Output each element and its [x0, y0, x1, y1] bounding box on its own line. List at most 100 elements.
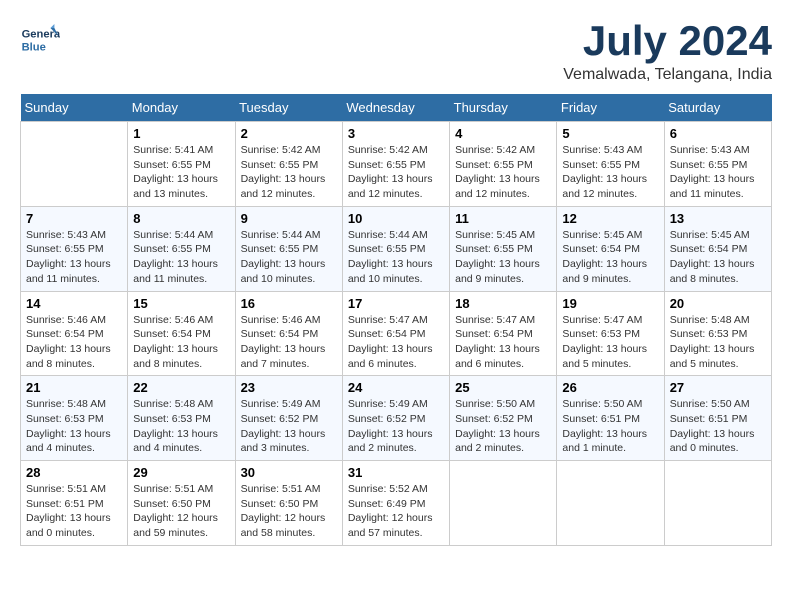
- weekday-header-tuesday: Tuesday: [235, 94, 342, 122]
- calendar-cell: 26 Sunrise: 5:50 AMSunset: 6:51 PMDayligh…: [557, 376, 664, 461]
- weekday-header-friday: Friday: [557, 94, 664, 122]
- month-title: July 2024: [563, 20, 772, 62]
- day-number: 22: [133, 380, 229, 395]
- day-number: 10: [348, 211, 444, 226]
- day-number: 16: [241, 296, 337, 311]
- calendar-cell: 30Sunrise: 5:51 AMSunset: 6:50 PMDayligh…: [235, 461, 342, 546]
- calendar-cell: 22 Sunrise: 5:48 AMSunset: 6:53 PMDayligh…: [128, 376, 235, 461]
- day-number: 13: [670, 211, 766, 226]
- calendar-cell: 3 Sunrise: 5:42 AMSunset: 6:55 PMDaylight…: [342, 122, 449, 207]
- day-number: 29: [133, 465, 229, 480]
- calendar-cell: 20Sunrise: 5:48 AMSunset: 6:53 PMDayligh…: [664, 291, 771, 376]
- weekday-header-sunday: Sunday: [21, 94, 128, 122]
- day-number: 23: [241, 380, 337, 395]
- calendar-cell: 28 Sunrise: 5:51 AMSunset: 6:51 PMDayligh…: [21, 461, 128, 546]
- calendar-cell: 31Sunrise: 5:52 AMSunset: 6:49 PMDayligh…: [342, 461, 449, 546]
- day-number: 15: [133, 296, 229, 311]
- day-info: Sunrise: 5:45 AMSunset: 6:55 PMDaylight:…: [455, 228, 551, 287]
- day-info: Sunrise: 5:44 AMSunset: 6:55 PMDaylight:…: [133, 228, 229, 287]
- logo: General Blue: [20, 20, 60, 60]
- day-info: Sunrise: 5:48 AMSunset: 6:53 PMDaylight:…: [133, 397, 229, 456]
- calendar-cell: 10 Sunrise: 5:44 AMSunset: 6:55 PMDayligh…: [342, 206, 449, 291]
- calendar-cell: 18Sunrise: 5:47 AMSunset: 6:54 PMDayligh…: [450, 291, 557, 376]
- day-number: 1: [133, 126, 229, 141]
- day-info: Sunrise: 5:46 AMSunset: 6:54 PMDaylight:…: [133, 313, 229, 372]
- day-number: 19: [562, 296, 658, 311]
- day-number: 3: [348, 126, 444, 141]
- day-number: 17: [348, 296, 444, 311]
- day-info: Sunrise: 5:48 AMSunset: 6:53 PMDaylight:…: [670, 313, 766, 372]
- weekday-header-monday: Monday: [128, 94, 235, 122]
- day-number: 31: [348, 465, 444, 480]
- day-info: Sunrise: 5:50 AMSunset: 6:51 PMDaylight:…: [562, 397, 658, 456]
- day-number: 21: [26, 380, 122, 395]
- day-number: 14: [26, 296, 122, 311]
- day-info: Sunrise: 5:51 AMSunset: 6:50 PMDaylight:…: [133, 482, 229, 541]
- calendar-cell: 19 Sunrise: 5:47 AMSunset: 6:53 PMDayligh…: [557, 291, 664, 376]
- day-info: Sunrise: 5:43 AMSunset: 6:55 PMDaylight:…: [26, 228, 122, 287]
- calendar-cell: 8 Sunrise: 5:44 AMSunset: 6:55 PMDaylight…: [128, 206, 235, 291]
- svg-text:Blue: Blue: [22, 41, 46, 53]
- calendar-cell: 12 Sunrise: 5:45 AMSunset: 6:54 PMDayligh…: [557, 206, 664, 291]
- day-info: Sunrise: 5:47 AMSunset: 6:54 PMDaylight:…: [348, 313, 444, 372]
- calendar-cell: 25Sunrise: 5:50 AMSunset: 6:52 PMDayligh…: [450, 376, 557, 461]
- calendar-table: SundayMondayTuesdayWednesdayThursdayFrid…: [20, 94, 772, 546]
- day-number: 8: [133, 211, 229, 226]
- calendar-cell: 27 Sunrise: 5:50 AMSunset: 6:51 PMDayligh…: [664, 376, 771, 461]
- day-info: Sunrise: 5:48 AMSunset: 6:53 PMDaylight:…: [26, 397, 122, 456]
- day-number: 30: [241, 465, 337, 480]
- day-info: Sunrise: 5:42 AMSunset: 6:55 PMDaylight:…: [455, 143, 551, 202]
- day-number: 5: [562, 126, 658, 141]
- calendar-cell: 6 Sunrise: 5:43 AMSunset: 6:55 PMDaylight…: [664, 122, 771, 207]
- day-number: 27: [670, 380, 766, 395]
- day-number: 25: [455, 380, 551, 395]
- day-info: Sunrise: 5:49 AMSunset: 6:52 PMDaylight:…: [241, 397, 337, 456]
- day-number: 4: [455, 126, 551, 141]
- calendar-cell: [664, 461, 771, 546]
- day-info: Sunrise: 5:50 AMSunset: 6:51 PMDaylight:…: [670, 397, 766, 456]
- day-number: 11: [455, 211, 551, 226]
- day-number: 7: [26, 211, 122, 226]
- calendar-cell: 9Sunrise: 5:44 AMSunset: 6:55 PMDaylight…: [235, 206, 342, 291]
- calendar-cell: 14 Sunrise: 5:46 AMSunset: 6:54 PMDayligh…: [21, 291, 128, 376]
- day-info: Sunrise: 5:51 AMSunset: 6:51 PMDaylight:…: [26, 482, 122, 541]
- day-info: Sunrise: 5:43 AMSunset: 6:55 PMDaylight:…: [562, 143, 658, 202]
- calendar-cell: 29 Sunrise: 5:51 AMSunset: 6:50 PMDayligh…: [128, 461, 235, 546]
- calendar-cell: 7 Sunrise: 5:43 AMSunset: 6:55 PMDaylight…: [21, 206, 128, 291]
- weekday-header-thursday: Thursday: [450, 94, 557, 122]
- calendar-cell: 17 Sunrise: 5:47 AMSunset: 6:54 PMDayligh…: [342, 291, 449, 376]
- title-area: July 2024 Vemalwada, Telangana, India: [563, 20, 772, 84]
- day-number: 24: [348, 380, 444, 395]
- header: General Blue July 2024 Vemalwada, Telang…: [20, 20, 772, 84]
- day-info: Sunrise: 5:44 AMSunset: 6:55 PMDaylight:…: [241, 228, 337, 287]
- day-number: 26: [562, 380, 658, 395]
- day-number: 28: [26, 465, 122, 480]
- day-info: Sunrise: 5:46 AMSunset: 6:54 PMDaylight:…: [26, 313, 122, 372]
- day-info: Sunrise: 5:44 AMSunset: 6:55 PMDaylight:…: [348, 228, 444, 287]
- calendar-cell: 2 Sunrise: 5:42 AMSunset: 6:55 PMDaylight…: [235, 122, 342, 207]
- day-number: 2: [241, 126, 337, 141]
- calendar-cell: 16Sunrise: 5:46 AMSunset: 6:54 PMDayligh…: [235, 291, 342, 376]
- day-info: Sunrise: 5:43 AMSunset: 6:55 PMDaylight:…: [670, 143, 766, 202]
- day-number: 6: [670, 126, 766, 141]
- day-info: Sunrise: 5:47 AMSunset: 6:53 PMDaylight:…: [562, 313, 658, 372]
- logo-icon: General Blue: [20, 20, 60, 60]
- calendar-cell: 11 Sunrise: 5:45 AMSunset: 6:55 PMDayligh…: [450, 206, 557, 291]
- calendar-cell: 1Sunrise: 5:41 AMSunset: 6:55 PMDaylight…: [128, 122, 235, 207]
- calendar-cell: 13 Sunrise: 5:45 AMSunset: 6:54 PMDayligh…: [664, 206, 771, 291]
- calendar-cell: [450, 461, 557, 546]
- day-info: Sunrise: 5:42 AMSunset: 6:55 PMDaylight:…: [241, 143, 337, 202]
- day-info: Sunrise: 5:45 AMSunset: 6:54 PMDaylight:…: [670, 228, 766, 287]
- calendar-cell: [21, 122, 128, 207]
- day-number: 12: [562, 211, 658, 226]
- calendar-cell: [557, 461, 664, 546]
- calendar-cell: 15 Sunrise: 5:46 AMSunset: 6:54 PMDayligh…: [128, 291, 235, 376]
- location-title: Vemalwada, Telangana, India: [563, 66, 772, 84]
- weekday-header-wednesday: Wednesday: [342, 94, 449, 122]
- calendar-cell: 5 Sunrise: 5:43 AMSunset: 6:55 PMDaylight…: [557, 122, 664, 207]
- day-info: Sunrise: 5:42 AMSunset: 6:55 PMDaylight:…: [348, 143, 444, 202]
- calendar-cell: 4 Sunrise: 5:42 AMSunset: 6:55 PMDaylight…: [450, 122, 557, 207]
- day-info: Sunrise: 5:47 AMSunset: 6:54 PMDaylight:…: [455, 313, 551, 372]
- day-info: Sunrise: 5:49 AMSunset: 6:52 PMDaylight:…: [348, 397, 444, 456]
- day-info: Sunrise: 5:45 AMSunset: 6:54 PMDaylight:…: [562, 228, 658, 287]
